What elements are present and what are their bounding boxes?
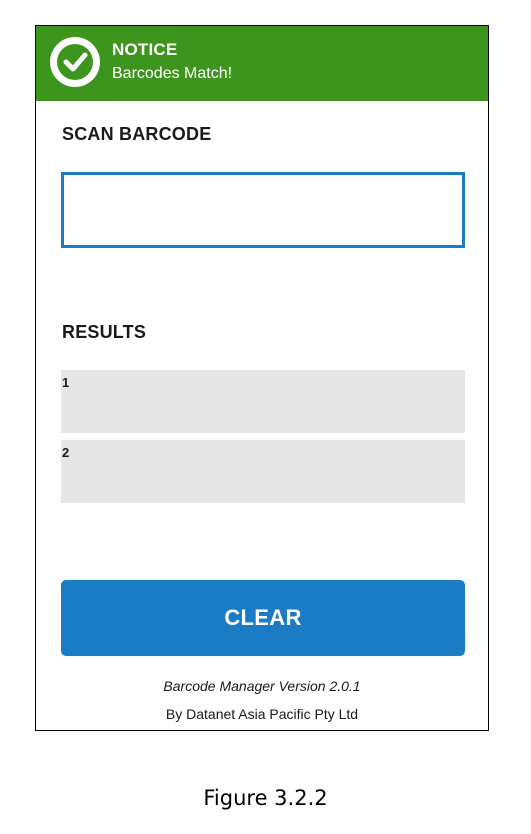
- results-heading: RESULTS: [62, 322, 147, 342]
- result-field-1: 1: [61, 370, 465, 433]
- check-circle-icon: [50, 37, 100, 87]
- figure-caption: Figure 3.2.2: [203, 786, 328, 810]
- result-index-1: 1: [62, 375, 70, 390]
- scan-barcode-heading: SCAN BARCODE: [62, 124, 212, 144]
- result-field-2: 2: [61, 440, 465, 503]
- notice-message: Barcodes Match!: [112, 65, 233, 82]
- app-version: Barcode Manager Version 2.0.1: [163, 678, 361, 694]
- company-credit: By Datanet Asia Pacific Pty Ltd: [165, 706, 359, 722]
- clear-button[interactable]: CLEAR: [61, 580, 465, 656]
- notice-title: NOTICE: [112, 40, 178, 59]
- result-index-2: 2: [62, 445, 70, 460]
- notice-banner: NOTICE Barcodes Match!: [36, 26, 488, 101]
- barcode-input[interactable]: [61, 172, 465, 248]
- app-screen: NOTICE Barcodes Match! SCAN BARCODE RESU…: [35, 25, 489, 731]
